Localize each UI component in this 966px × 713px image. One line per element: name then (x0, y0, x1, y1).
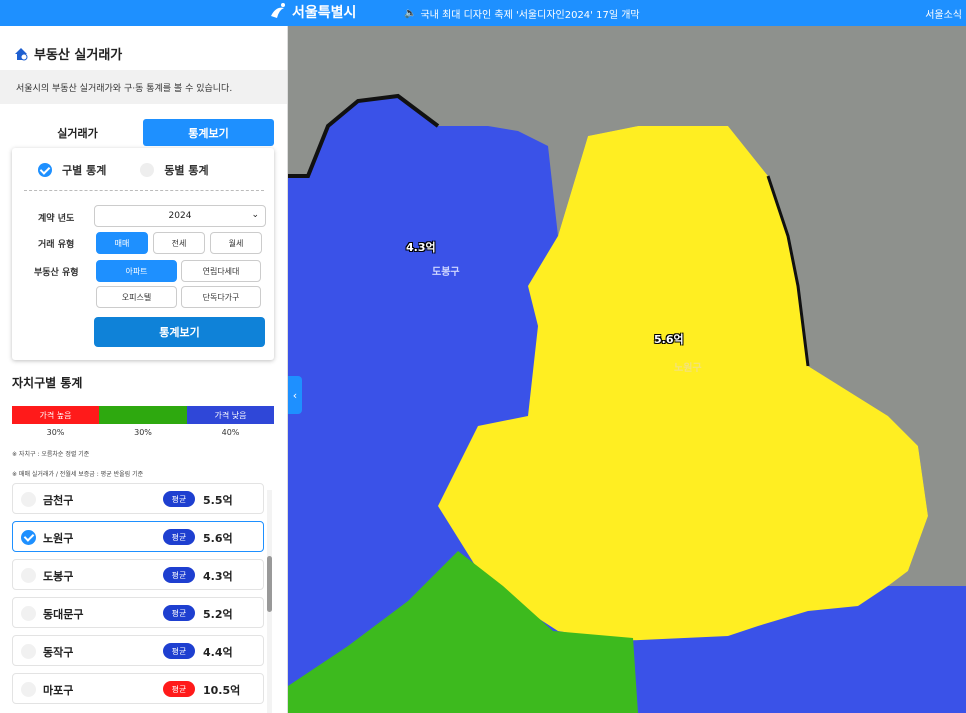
note-sort: ※ 자치구 : 오름차순 정렬 기준 (12, 451, 90, 458)
property-rowhouse-button[interactable]: 연립다세대 (181, 260, 261, 282)
trade-type-label: 거래 유형 (38, 240, 75, 250)
sidebar-collapse-button[interactable]: ‹ (288, 376, 302, 414)
avg-badge: 평균 (163, 567, 195, 583)
district-name: 동대문구 (43, 608, 84, 621)
notice-text: 국내 최대 디자인 축제 '서울디자인2024' 17일 개막 (420, 10, 640, 21)
property-apartment-button[interactable]: 아파트 (96, 260, 177, 282)
house-icon (15, 47, 28, 60)
radio-district[interactable]: 구별 통계 (38, 162, 106, 178)
district-price: 4.3억 (203, 570, 233, 583)
divider (24, 190, 264, 191)
district-price: 4.4억 (203, 646, 233, 659)
property-officetel-button[interactable]: 오피스텔 (96, 286, 177, 308)
district-item-geumcheon[interactable]: 금천구 평균 5.5억 (12, 483, 264, 514)
chevron-down-icon: ⌄ (251, 210, 259, 220)
avg-badge: 평균 (163, 529, 195, 545)
district-name: 도봉구 (43, 570, 74, 583)
legend-low: 가격 낮음 (187, 406, 274, 424)
year-label: 계약 년도 (38, 214, 75, 224)
district-price: 10.5억 (203, 684, 241, 697)
notice[interactable]: 🔈 국내 최대 디자인 축제 '서울디자인2024' 17일 개막 (404, 6, 640, 21)
avg-badge: 평균 (163, 491, 195, 507)
radio-checked-icon (38, 163, 52, 177)
checkbox-icon (21, 492, 36, 507)
view-stats-button[interactable]: 통계보기 (94, 317, 265, 347)
year-value: 2024 (168, 211, 192, 221)
map-district-name-dobong: 도봉구 (432, 267, 460, 278)
legend-high: 가격 높음 (12, 406, 99, 424)
tab-transactions[interactable]: 실거래가 (12, 119, 143, 146)
sidebar: 부동산 실거래가 서울시의 부동산 실거래가와 구·동 통계를 볼 수 있습니다… (0, 26, 288, 713)
district-name: 노원구 (43, 532, 74, 545)
district-name: 금천구 (43, 494, 74, 507)
legend-mid-pct: 30% (134, 428, 152, 437)
chevron-left-icon: ‹ (292, 388, 298, 402)
property-house-button[interactable]: 단독다가구 (181, 286, 261, 308)
district-name: 마포구 (43, 684, 74, 697)
checkbox-icon (21, 568, 36, 583)
trade-sale-button[interactable]: 매매 (96, 232, 148, 254)
checkbox-icon (21, 606, 36, 621)
page-title: 부동산 실거래가 (14, 44, 122, 63)
radio-unchecked-icon (140, 163, 155, 177)
radio-district-label: 구별 통계 (62, 164, 107, 177)
district-name: 동작구 (43, 646, 74, 659)
district-item-mapo[interactable]: 마포구 평균 10.5억 (12, 673, 264, 704)
legend-mid (99, 406, 187, 424)
checkbox-icon (21, 644, 36, 659)
legend-high-pct: 30% (46, 428, 65, 437)
district-item-dongjak[interactable]: 동작구 평균 4.4억 (12, 635, 264, 666)
price-legend-bar: 가격 높음 가격 낮음 (12, 406, 274, 424)
avg-badge: 평균 (163, 681, 195, 697)
district-item-dongdaemun[interactable]: 동대문구 평균 5.2억 (12, 597, 264, 628)
district-price: 5.5억 (203, 494, 233, 507)
avg-badge: 평균 (163, 605, 195, 621)
district-item-dobong[interactable]: 도봉구 평균 4.3억 (12, 559, 264, 590)
list-scrollbar-thumb[interactable] (267, 556, 272, 612)
checkbox-icon (21, 682, 36, 697)
note-average: ※ 매매 실거래가 / 전월세 보증금 : 평균 반올림 기준 (12, 471, 144, 478)
map-district-name-nowon: 노원구 (674, 363, 702, 374)
logo-text: 서울특별시 (292, 5, 357, 21)
filter-panel: 구별 통계 동별 통계 계약 년도 2024 ⌄ 거래 유형 매매 전세 월세 … (12, 148, 274, 360)
map-price-label-nowon: 5.6억 (654, 333, 684, 346)
page-title-text: 부동산 실거래가 (34, 48, 123, 63)
speaker-icon: 🔈 (404, 8, 417, 19)
district-price: 5.2억 (203, 608, 233, 621)
tabs: 실거래가 통계보기 (12, 119, 274, 146)
map-canvas[interactable] (288, 26, 966, 713)
page-description: 서울시의 부동산 실거래가와 구·동 통계를 볼 수 있습니다. (0, 70, 287, 104)
seoul-logo[interactable]: 서울특별시 (268, 2, 356, 22)
news-link[interactable]: 서울소식 (925, 6, 962, 21)
tab-statistics[interactable]: 통계보기 (143, 119, 274, 146)
legend-low-pct: 40% (221, 428, 240, 437)
radio-dong-label: 동별 통계 (164, 164, 209, 177)
district-stats-title: 자치구별 통계 (12, 376, 83, 390)
trade-jeonse-button[interactable]: 전세 (153, 232, 205, 254)
avg-badge: 평균 (163, 643, 195, 659)
property-type-label: 부동산 유형 (34, 268, 79, 278)
stat-type-radios: 구별 통계 동별 통계 (38, 162, 209, 178)
map-price-label-dobong: 4.3억 (406, 241, 436, 254)
year-select[interactable]: 2024 ⌄ (94, 205, 266, 227)
seoul-logo-icon (271, 3, 285, 18)
legend-percentages: 30% 30% 40% (12, 428, 274, 437)
district-item-nowon[interactable]: 노원구 평균 5.6억 (12, 521, 264, 552)
trade-monthly-button[interactable]: 월세 (210, 232, 262, 254)
district-price: 5.6억 (203, 532, 233, 545)
top-bar: 서울특별시 🔈 국내 최대 디자인 축제 '서울디자인2024' 17일 개막 … (0, 0, 966, 26)
map-view[interactable]: 4.3억 5.6억 도봉구 노원구 (288, 26, 966, 713)
checkbox-checked-icon (21, 530, 36, 545)
radio-dong[interactable]: 동별 통계 (140, 162, 209, 178)
